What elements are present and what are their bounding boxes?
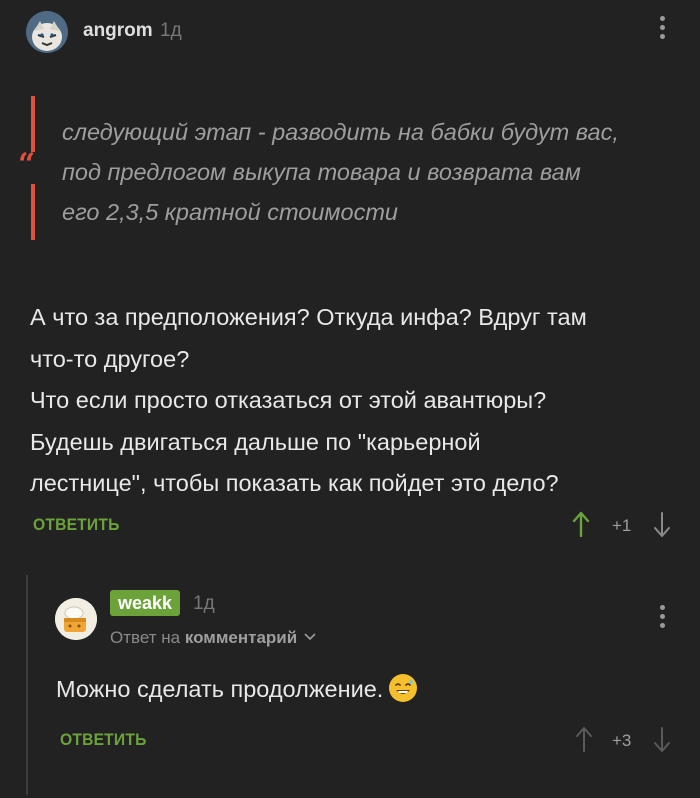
- more-vertical-icon[interactable]: [660, 605, 666, 632]
- chevron-down-icon[interactable]: [304, 632, 316, 642]
- comment-line: лестнице", чтобы показать как пойдет это…: [30, 470, 559, 496]
- timestamp: 1д: [160, 20, 182, 41]
- arrow-up-icon[interactable]: [572, 511, 590, 537]
- comment-line: Будешь двигаться дальше по "карьерной: [30, 428, 481, 455]
- quote-line: следующий этап - разводить на бабки буду…: [62, 119, 619, 145]
- timestamp: 1д: [193, 593, 215, 614]
- comment-line: А что за предположения? Откуда инфа? Вдр…: [30, 304, 587, 330]
- username[interactable]: angrom: [83, 20, 153, 42]
- reply-to-link[interactable]: Ответ на комментарий: [110, 628, 316, 648]
- arrow-up-icon[interactable]: [575, 726, 593, 752]
- more-vertical-icon[interactable]: [660, 16, 666, 43]
- arrow-down-icon[interactable]: [653, 512, 671, 538]
- quote-line: его 2,3,5 кратной стоимости: [62, 199, 398, 225]
- quote-line: под предлогом выкупа товара и возврата в…: [62, 159, 581, 185]
- reply-to-target[interactable]: комментарий: [185, 628, 297, 647]
- quote-icon: “: [18, 147, 36, 182]
- rating-count: +3: [612, 731, 632, 750]
- comment-body: А что за предположения? Откуда инфа? Вдр…: [30, 297, 680, 505]
- arrow-down-icon[interactable]: [653, 727, 671, 753]
- username-badge[interactable]: weakk: [110, 590, 181, 616]
- reply-button[interactable]: ОТВЕТИТЬ: [60, 730, 147, 750]
- comment-body: Можно сделать продолжение.: [56, 674, 418, 703]
- rating-count: +1: [612, 516, 632, 535]
- tiger-avatar-icon: [26, 11, 68, 53]
- comment-line: Что если просто отказаться от этой авант…: [30, 387, 547, 413]
- quote-text: следующий этап - разводить на бабки буду…: [62, 112, 682, 232]
- chef-avatar-icon: [55, 598, 97, 640]
- reply-to-prefix: Ответ на: [110, 628, 181, 647]
- avatar[interactable]: [55, 598, 97, 640]
- reply-button[interactable]: ОТВЕТИТЬ: [33, 515, 120, 535]
- comment-text: Можно сделать продолжение.: [56, 676, 384, 702]
- sweat-smile-emoji-icon: [389, 674, 418, 702]
- avatar[interactable]: [26, 11, 68, 53]
- thread-line: [26, 575, 28, 795]
- comment-line: что-то другое?: [30, 345, 190, 372]
